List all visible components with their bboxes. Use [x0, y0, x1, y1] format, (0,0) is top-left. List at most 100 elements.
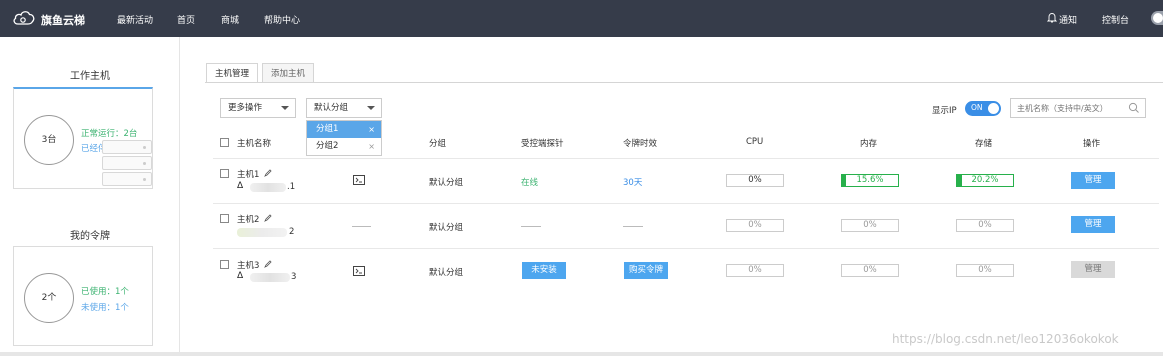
- ip-suffix: 3: [291, 272, 297, 282]
- console-link[interactable]: 控制台: [1102, 13, 1129, 26]
- manage-button[interactable]: 管理: [1071, 216, 1115, 233]
- edit-icon[interactable]: [264, 169, 272, 177]
- tab-add-host[interactable]: 添加主机: [262, 63, 315, 83]
- tokens-count-circle: 2个: [24, 273, 74, 323]
- ip-suffix: 2: [289, 227, 295, 237]
- memory-bar: 0%: [841, 264, 899, 277]
- show-ip-toggle[interactable]: ON: [965, 101, 1001, 116]
- ip-address-blur: [250, 183, 286, 192]
- host-search-input[interactable]: [1010, 98, 1146, 118]
- server-icon: [102, 156, 152, 170]
- tab-host-management[interactable]: 主机管理: [206, 63, 259, 83]
- row-divider: [213, 248, 1159, 249]
- col-host-name: 主机名称: [237, 139, 272, 149]
- search-icon[interactable]: [1128, 102, 1140, 114]
- col-memory: 内存: [860, 139, 878, 149]
- dropdown-option-group1[interactable]: 分组1 ×: [307, 121, 381, 138]
- storage-bar: 0%: [956, 264, 1014, 277]
- memory-value: 0%: [863, 265, 877, 275]
- row-checkbox[interactable]: [220, 169, 229, 178]
- row-divider: [213, 158, 1159, 159]
- cpu-bar: 0%: [726, 264, 784, 277]
- col-token-validity: 令牌时效: [623, 139, 658, 149]
- nav-help-center[interactable]: 帮助中心: [264, 13, 300, 26]
- caret-down-icon: [367, 106, 375, 110]
- group-select-label: 默认分组: [314, 103, 349, 113]
- top-nav-bar: 旗鱼云梯 最新活动 首页 商城 帮助中心 通知 控制台: [0, 0, 1163, 37]
- row-checkbox[interactable]: [220, 260, 229, 269]
- group-cell: 默认分组: [429, 223, 464, 233]
- tab-divider: [205, 82, 1163, 83]
- linux-icon: Δ: [237, 181, 244, 191]
- ip-suffix: .1: [287, 182, 296, 192]
- cloud-logo-icon[interactable]: [12, 9, 36, 27]
- close-icon[interactable]: ×: [368, 138, 375, 155]
- terminal-icon[interactable]: [353, 175, 365, 185]
- cpu-value: 0%: [748, 265, 762, 275]
- storage-fill: [957, 175, 962, 186]
- caret-down-icon: [281, 106, 289, 110]
- group-select[interactable]: 默认分组: [306, 98, 382, 118]
- probe-status: 在线: [521, 178, 539, 188]
- memory-value: 0%: [863, 220, 877, 230]
- terminal-icon[interactable]: [353, 266, 365, 276]
- dropdown-option-label: 分组1: [316, 124, 339, 134]
- top-toggle-switch[interactable]: [1151, 11, 1163, 25]
- host-name: 主机1: [237, 170, 260, 180]
- show-ip-label: 显示IP: [932, 106, 957, 116]
- server-icon: [102, 172, 152, 186]
- hosts-card[interactable]: 3台 正常运行：2台 已经停止：1台: [13, 87, 153, 189]
- row-checkbox[interactable]: [220, 214, 229, 223]
- running-stat: 正常运行：2台: [81, 129, 138, 139]
- ip-address-blur: [237, 228, 287, 237]
- close-icon[interactable]: ×: [368, 121, 375, 138]
- bell-icon[interactable]: [1047, 12, 1057, 23]
- memory-bar: 15.6%: [841, 174, 899, 187]
- group-dropdown: 分组1 × 分组2 ×: [306, 120, 382, 156]
- select-all-checkbox[interactable]: [220, 138, 229, 147]
- tokens-title: 我的令牌: [70, 231, 110, 242]
- memory-value: 15.6%: [856, 175, 884, 185]
- empty-dash: [521, 226, 541, 227]
- token-validity-link[interactable]: 30天: [623, 176, 642, 188]
- row-divider: [213, 203, 1159, 204]
- dropdown-option-group2[interactable]: 分组2 ×: [307, 138, 381, 155]
- empty-dash: [623, 226, 643, 227]
- toggle-on-label: ON: [971, 103, 983, 112]
- unused-stat: 未使用：1个: [81, 303, 129, 313]
- brand-name[interactable]: 旗鱼云梯: [41, 12, 85, 28]
- group-cell: 默认分组: [429, 178, 464, 188]
- empty-dash: [352, 226, 371, 227]
- storage-value: 20.2%: [971, 175, 999, 185]
- linux-icon: Δ: [237, 271, 244, 281]
- bottom-edge: [0, 352, 1163, 356]
- col-group: 分组: [429, 139, 447, 149]
- manage-button-disabled: 管理: [1071, 261, 1115, 278]
- storage-value: 0%: [978, 220, 992, 230]
- manage-button[interactable]: 管理: [1071, 172, 1115, 189]
- used-stat: 已使用：1个: [81, 287, 129, 297]
- hosts-count-circle: 3台: [24, 115, 74, 165]
- hosts-title: 工作主机: [70, 71, 110, 82]
- sidebar: 工作主机 3台 正常运行：2台 已经停止：1台 我的令牌 2个 已使用：1个 未…: [0, 37, 180, 356]
- memory-fill: [842, 175, 846, 186]
- col-probe: 受控端探针: [521, 139, 564, 149]
- tokens-card[interactable]: 2个 已使用：1个 未使用：1个: [13, 246, 153, 346]
- nav-latest-events[interactable]: 最新活动: [117, 13, 153, 26]
- storage-bar: 0%: [956, 219, 1014, 232]
- edit-icon[interactable]: [264, 260, 272, 268]
- not-installed-button[interactable]: 未安装: [522, 262, 566, 279]
- more-operations-select[interactable]: 更多操作: [220, 98, 296, 118]
- host-name: 主机3: [237, 261, 260, 271]
- dropdown-option-label: 分组2: [316, 141, 339, 151]
- server-icon: [102, 140, 152, 154]
- buy-token-button[interactable]: 购买令牌: [624, 262, 668, 279]
- memory-bar: 0%: [841, 219, 899, 232]
- cpu-value: 0%: [748, 175, 762, 185]
- cpu-bar: 0%: [726, 219, 784, 232]
- edit-icon[interactable]: [264, 214, 272, 222]
- nav-shop[interactable]: 商城: [221, 13, 239, 26]
- notify-link[interactable]: 通知: [1059, 13, 1077, 26]
- nav-home[interactable]: 首页: [177, 13, 195, 26]
- col-storage: 存储: [975, 139, 993, 149]
